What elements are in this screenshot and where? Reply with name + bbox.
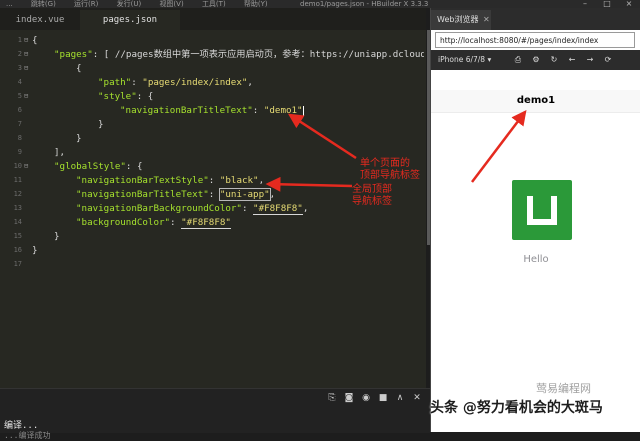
fold-toggle-icon[interactable]: ⊟ [24,50,28,58]
menu-item-view[interactable]: 视图(V) [159,0,183,8]
code-content[interactable]: { "pages": [ //pages数组中第一项表示应用启动页，参考：htt… [32,30,424,270]
annotation-single-page: 单个页面的 顶部导航标签 [360,158,420,181]
url-bar[interactable]: http://localhost:8080/#/pages/index/inde… [435,32,635,48]
code-line: ], [54,147,66,158]
fold-toggle-icon[interactable]: ⊟ [24,162,28,170]
line-number: 14 [13,218,22,226]
code-line: "globalStyle": { [54,161,143,172]
hello-text: Hello [523,254,549,265]
navigation-bar-title: demo1 [516,95,556,106]
code-line: } [98,119,104,130]
code-line: "backgroundColor": "#F8F8F8" [76,217,231,229]
code-line: "style": { [98,91,154,102]
line-number: 9 [17,148,22,156]
tab-pages-json[interactable]: pages.json [80,10,180,30]
line-number-gutter: 1 2 3 4 5 6 7 8 9 10 11 12 13 14 15 16 1… [0,30,30,388]
chevron-down-icon: ▾ [487,55,492,64]
back-icon[interactable]: ← [567,53,577,67]
code-line: "navigationBarBackgroundColor": "#F8F8F8… [76,203,309,215]
code-line: { [32,35,38,46]
screenshot-icon[interactable]: ⎙ [513,53,523,67]
window-title: demo1/pages.json - HBuilder X 3.3.3 [300,0,429,8]
fold-toggle-icon[interactable]: ⊟ [24,36,28,44]
code-line: "navigationBarTitleText": "uni-app", [76,188,276,201]
terminal-icon[interactable]: ⎘ [327,393,337,403]
browser-toolbar: iPhone 6/7/8 ▾ ⎙ ⚙ ↻ ← → ⟳ [431,50,640,70]
menu-item-goto[interactable]: 跳转(G) [31,0,56,8]
close-window-icon[interactable]: × [618,0,640,8]
menu-bar: ... 跳转(G) 运行(R) 发行(U) 视图(V) 工具(T) 帮助(Y) … [0,0,640,8]
window-controls: – □ × [574,0,640,8]
line-number: 3 [17,64,22,72]
text-caret [302,105,304,116]
browser-tab-bar: Web浏览器 ✕ [431,8,640,30]
line-number: 6 [17,106,22,114]
code-line: } [76,133,82,144]
device-select-label: iPhone 6/7/8 [438,55,486,64]
line-number: 15 [13,232,22,240]
close-icon[interactable]: ✕ [412,393,422,403]
code-line: "path": "pages/index/index", [98,77,253,88]
chevron-up-icon[interactable]: ∧ [395,393,405,403]
square-icon[interactable]: ■ [378,393,388,403]
menu-item-help[interactable]: 帮助(Y) [244,0,268,8]
code-line: } [54,231,60,242]
uniapp-logo-icon [512,180,572,240]
navigation-bar: demo1 [431,90,640,113]
menu-item-run[interactable]: 运行(R) [74,0,98,8]
menu-item-publish[interactable]: 发行(U) [117,0,142,8]
code-line: { [76,63,82,74]
line-number: 8 [17,134,22,142]
line-number: 4 [17,78,22,86]
fold-toggle-icon[interactable]: ⊟ [24,64,28,72]
stop-icon[interactable]: ◙ [344,393,354,403]
code-line: } [32,245,38,256]
settings-icon[interactable]: ⚙ [531,53,541,67]
line-number: 10 [13,162,22,170]
line-number: 13 [13,204,22,212]
device-select[interactable]: iPhone 6/7/8 ▾ [435,53,505,67]
forward-icon[interactable]: → [585,53,595,67]
page-title-value: "demo1" [263,105,303,116]
browser-toolbar-icons: ⎙ ⚙ ↻ ← → ⟳ [513,53,613,67]
menu-item[interactable]: ... [6,0,13,8]
line-number: 16 [13,246,22,254]
editor-tab-bar: index.vue pages.json [0,8,426,30]
console-toolbar: ⎘ ◙ ◉ ■ ∧ ✕ [327,393,422,403]
browser-tab[interactable]: Web浏览器 [431,10,491,30]
console-panel: ⎘ ◙ ◉ ■ ∧ ✕ 编译... ...编译成功 [0,388,430,440]
browser-viewport: demo1 Hello [431,70,640,432]
line-number: 5 [17,92,22,100]
maximize-icon[interactable]: □ [596,0,618,8]
reload-icon[interactable]: ⟳ [603,53,613,67]
code-line: "navigationBarTextStyle": "black", [76,175,265,186]
global-title-value: "uni-app" [218,188,271,201]
fold-toggle-icon[interactable]: ⊟ [24,92,28,100]
record-icon[interactable]: ◉ [361,393,371,403]
close-icon[interactable]: ✕ [483,10,490,30]
watermark-author: 头条 @努力看机会的大斑马 [430,400,603,416]
minimize-icon[interactable]: – [574,0,596,8]
line-number: 1 [17,36,22,44]
annotation-global: 全局顶部 导航标签 [352,184,392,207]
line-number: 11 [13,176,22,184]
code-line: "navigationBarTitleText": "demo1" [120,105,304,116]
refresh-icon[interactable]: ↻ [549,53,559,67]
line-number: 7 [17,120,22,128]
code-line: "pages": [ //pages数组中第一项表示应用启动页，参考：https… [54,49,424,60]
line-number: 17 [13,260,22,268]
web-browser-panel: Web浏览器 ✕ http://localhost:8080/#/pages/i… [430,8,640,432]
line-number: 2 [17,50,22,58]
watermark-site: 莺易编程网 [536,382,591,395]
line-number: 12 [13,190,22,198]
menu-item-tools[interactable]: 工具(T) [202,0,226,8]
tab-index-vue[interactable]: index.vue [0,10,80,30]
